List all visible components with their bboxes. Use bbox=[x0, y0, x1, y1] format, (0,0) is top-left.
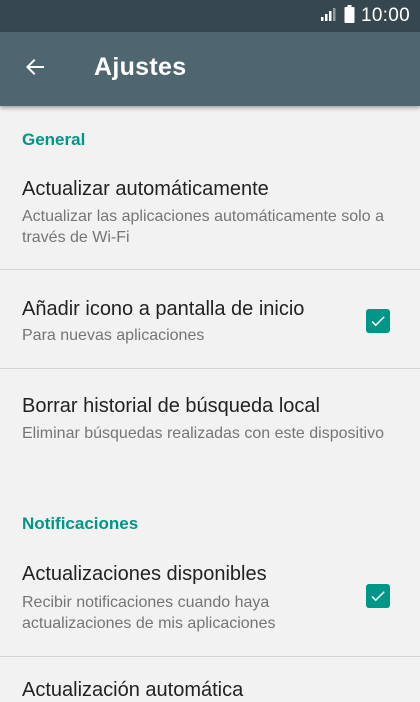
setting-clear-history[interactable]: Borrar historial de búsqueda local Elimi… bbox=[0, 369, 420, 479]
check-icon bbox=[371, 591, 385, 602]
check-icon bbox=[371, 316, 385, 327]
battery-icon bbox=[344, 4, 355, 28]
setting-auto-update-notification[interactable]: Actualización automática bbox=[0, 657, 420, 701]
setting-subtitle: Eliminar búsquedas realizadas con este d… bbox=[22, 425, 384, 442]
arrow-back-icon bbox=[23, 55, 47, 84]
section-header-general: General bbox=[22, 130, 86, 149]
available-updates-checkbox[interactable] bbox=[366, 584, 390, 608]
setting-title: Añadir icono a pantalla de inicio bbox=[22, 298, 305, 320]
status-icons: 10:00 bbox=[320, 0, 410, 32]
app-bar: Ajustes bbox=[0, 32, 420, 106]
setting-available-updates[interactable]: Actualizaciones disponibles Recibir noti… bbox=[0, 550, 420, 654]
setting-title: Actualización automática bbox=[22, 679, 244, 701]
setting-title: Borrar historial de búsqueda local bbox=[22, 395, 320, 417]
page-title: Ajustes bbox=[94, 53, 187, 81]
add-home-icon-checkbox[interactable] bbox=[366, 309, 390, 333]
setting-subtitle: Actualizar las aplicaciones automáticame… bbox=[22, 208, 384, 246]
setting-subtitle: Para nuevas aplicaciones bbox=[22, 327, 205, 344]
signal-icon bbox=[320, 7, 338, 26]
setting-add-home-icon[interactable]: Añadir icono a pantalla de inicio Para n… bbox=[0, 270, 420, 368]
back-button[interactable] bbox=[16, 50, 54, 88]
setting-auto-update[interactable]: Actualizar automáticamente Actualizar la… bbox=[0, 166, 420, 268]
setting-subtitle: Recibir notificaciones cuando haya actua… bbox=[22, 594, 276, 632]
status-time: 10:00 bbox=[360, 5, 410, 26]
section-header-notifications: Notificaciones bbox=[22, 514, 139, 533]
setting-title: Actualizar automáticamente bbox=[22, 178, 269, 200]
setting-title: Actualizaciones disponibles bbox=[22, 563, 267, 585]
status-bar: 10:00 bbox=[0, 0, 420, 32]
